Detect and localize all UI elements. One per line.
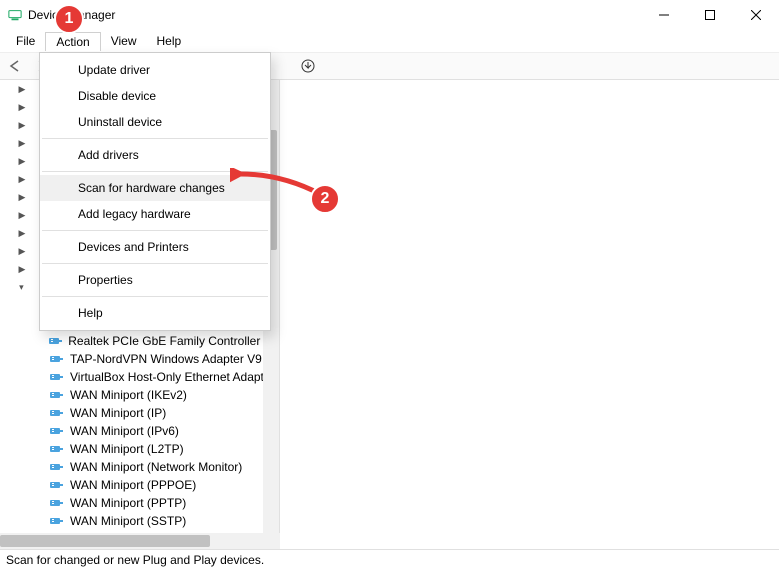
status-text: Scan for changed or new Plug and Play de… xyxy=(6,553,264,567)
scan-toolbar-button[interactable] xyxy=(300,58,316,74)
network-adapter-icon xyxy=(48,388,64,402)
details-panel xyxy=(280,80,779,548)
maximize-button[interactable] xyxy=(687,0,733,30)
menu-separator xyxy=(42,296,268,297)
expand-icon[interactable]: ▶ xyxy=(14,210,30,221)
tree-device-item[interactable]: WAN Miniport (SSTP) xyxy=(0,512,279,530)
tree-device-item[interactable]: VirtualBox Host-Only Ethernet Adapter xyxy=(0,368,279,386)
back-button[interactable] xyxy=(8,60,24,72)
network-adapter-icon xyxy=(48,352,64,366)
device-label: WAN Miniport (PPPOE) xyxy=(68,477,198,493)
app-icon xyxy=(8,8,22,22)
expand-icon[interactable]: ▶ xyxy=(14,264,30,275)
tree-device-item[interactable]: Realtek PCIe GbE Family Controller #2 xyxy=(0,332,279,350)
tree-device-item[interactable]: WAN Miniport (IKEv2) xyxy=(0,386,279,404)
menu-separator xyxy=(42,230,268,231)
expand-icon[interactable]: ▶ xyxy=(14,246,30,257)
expand-icon[interactable]: ▶ xyxy=(14,174,30,185)
expand-icon[interactable]: ▶ xyxy=(14,228,30,239)
tree-device-item[interactable]: WAN Miniport (IPv6) xyxy=(0,422,279,440)
device-label: VirtualBox Host-Only Ethernet Adapter xyxy=(68,369,277,385)
device-label: WAN Miniport (Network Monitor) xyxy=(68,459,244,475)
network-adapter-icon xyxy=(48,370,64,384)
expand-icon[interactable]: ▶ xyxy=(14,156,30,167)
expand-icon[interactable]: ▶ xyxy=(14,138,30,149)
menu-properties[interactable]: Properties xyxy=(40,267,270,293)
minimize-button[interactable] xyxy=(641,0,687,30)
tree-device-item[interactable]: WAN Miniport (PPTP) xyxy=(0,494,279,512)
network-adapter-icon xyxy=(48,334,62,348)
collapse-icon[interactable]: ▾ xyxy=(14,282,29,293)
device-label: TAP-NordVPN Windows Adapter V9 xyxy=(68,351,264,367)
tree-device-item[interactable]: TAP-NordVPN Windows Adapter V9 xyxy=(0,350,279,368)
statusbar: Scan for changed or new Plug and Play de… xyxy=(0,549,779,571)
network-adapter-icon xyxy=(48,514,64,528)
annotation-badge-2: 2 xyxy=(310,184,340,214)
device-label: WAN Miniport (SSTP) xyxy=(68,513,188,529)
tree-device-item[interactable]: WAN Miniport (L2TP) xyxy=(0,440,279,458)
titlebar: Device Manager xyxy=(0,0,779,30)
menubar: File Action View Help xyxy=(0,30,779,52)
network-adapter-icon xyxy=(48,460,64,474)
expand-icon[interactable]: ▶ xyxy=(14,84,30,95)
network-adapter-icon xyxy=(48,496,64,510)
device-label: WAN Miniport (IKEv2) xyxy=(68,387,189,403)
menu-disable-device[interactable]: Disable device xyxy=(40,83,270,109)
device-label: WAN Miniport (IPv6) xyxy=(68,423,181,439)
menu-uninstall-device[interactable]: Uninstall device xyxy=(40,109,270,135)
menu-action[interactable]: Action xyxy=(45,32,100,51)
window-controls xyxy=(641,0,779,30)
device-label: WAN Miniport (L2TP) xyxy=(68,441,186,457)
menu-separator xyxy=(42,138,268,139)
menu-help[interactable]: Help xyxy=(40,300,270,326)
menu-view[interactable]: View xyxy=(101,32,147,50)
tree-device-item[interactable]: WAN Miniport (IP) xyxy=(0,404,279,422)
tree-device-item[interactable]: WAN Miniport (PPPOE) xyxy=(0,476,279,494)
menu-file[interactable]: File xyxy=(6,32,45,50)
close-button[interactable] xyxy=(733,0,779,30)
network-adapter-icon xyxy=(48,478,64,492)
menu-separator xyxy=(42,263,268,264)
network-adapter-icon xyxy=(48,406,64,420)
menu-add-drivers[interactable]: Add drivers xyxy=(40,142,270,168)
network-adapter-icon xyxy=(48,442,64,456)
expand-icon[interactable]: ▶ xyxy=(14,102,30,113)
device-label: WAN Miniport (PPTP) xyxy=(68,495,188,511)
tree-device-item[interactable]: WAN Miniport (Network Monitor) xyxy=(0,458,279,476)
network-adapter-icon xyxy=(48,424,64,438)
expand-icon[interactable]: ▶ xyxy=(14,120,30,131)
device-label: WAN Miniport (IP) xyxy=(68,405,168,421)
device-label: Realtek PCIe GbE Family Controller #2 xyxy=(66,333,279,349)
annotation-badge-1: 1 xyxy=(54,4,84,34)
horizontal-scrollbar[interactable] xyxy=(0,533,280,549)
expand-icon[interactable]: ▶ xyxy=(14,192,30,203)
menu-update-driver[interactable]: Update driver xyxy=(40,57,270,83)
menu-help[interactable]: Help xyxy=(147,32,192,50)
menu-devices-printers[interactable]: Devices and Printers xyxy=(40,234,270,260)
